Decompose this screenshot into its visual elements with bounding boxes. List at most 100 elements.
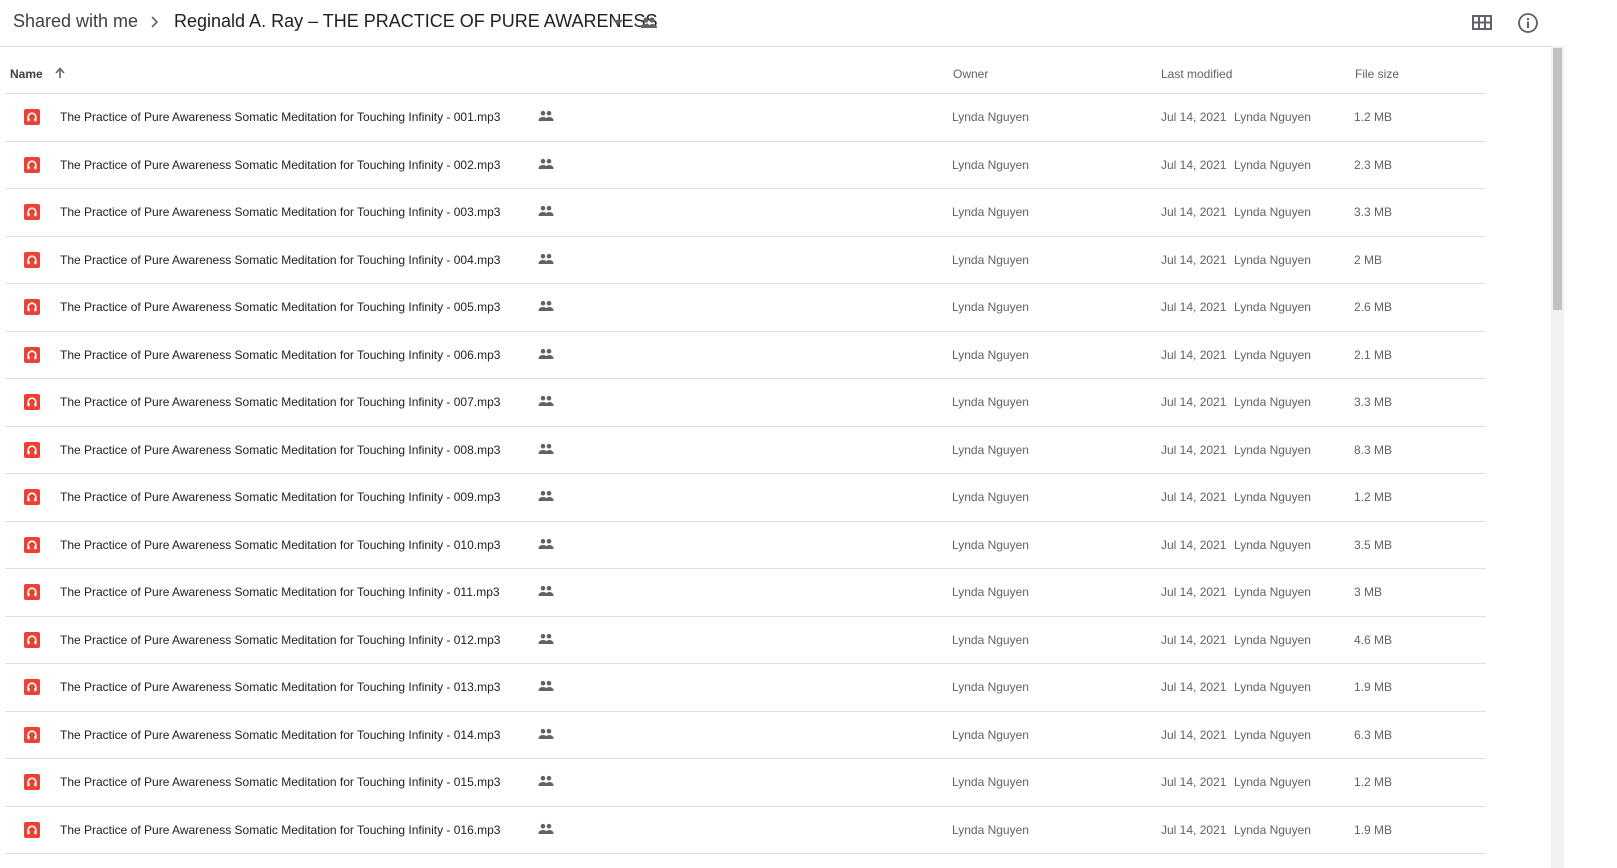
file-size: 3.3 MB [1354, 395, 1393, 409]
table-row[interactable]: The Practice of Pure Awareness Somatic M… [5, 664, 1486, 712]
file-owner: Lynda Nguyen [952, 347, 1029, 362]
audio-file-icon [24, 489, 40, 505]
file-modified-by: Lynda Nguyen [1234, 110, 1311, 124]
audio-file-icon [24, 251, 40, 268]
table-row[interactable]: The Practice of Pure Awareness Somatic M… [5, 94, 1486, 142]
file-size: 1.9 MB [1354, 822, 1393, 837]
people-icon [538, 300, 554, 312]
people-icon [538, 158, 554, 170]
file-modified-date: Jul 14, 2021 [1161, 300, 1227, 314]
breadcrumb-current-folder[interactable]: Reginald A. Ray – THE PRACTICE OF PURE A… [174, 11, 657, 32]
file-name[interactable]: The Practice of Pure Awareness Somatic M… [60, 395, 500, 409]
file-modified-by: Lynda Nguyen [1234, 585, 1311, 599]
file-size: 2 MB [1354, 252, 1383, 267]
column-header-file-size[interactable]: File size [1355, 67, 1399, 81]
people-icon [538, 538, 554, 550]
file-size: 1.2 MB [1354, 490, 1393, 504]
column-header-name[interactable]: Name [10, 67, 43, 81]
table-row[interactable]: The Practice of Pure Awareness Somatic M… [5, 142, 1486, 189]
file-size: 2.3 MB [1354, 157, 1393, 172]
people-icon [538, 680, 554, 692]
grid-view-icon[interactable] [1469, 11, 1495, 35]
table-row[interactable]: The Practice of Pure Awareness Somatic M… [5, 759, 1486, 807]
file-name[interactable]: The Practice of Pure Awareness Somatic M… [60, 253, 500, 267]
audio-file-icon [24, 394, 40, 410]
table-row[interactable]: The Practice of Pure Awareness Somatic M… [5, 427, 1486, 474]
file-owner: Lynda Nguyen [952, 157, 1029, 172]
audio-file-icon [24, 584, 40, 600]
file-name[interactable]: The Practice of Pure Awareness Somatic M… [60, 823, 500, 837]
file-modified-by: Lynda Nguyen [1234, 395, 1311, 409]
file-owner: Lynda Nguyen [952, 680, 1029, 694]
file-size: 1.2 MB [1354, 110, 1393, 124]
file-modified-date: Jul 14, 2021 [1161, 347, 1227, 362]
column-header-owner[interactable]: Owner [953, 67, 988, 81]
caret-down-icon[interactable] [611, 15, 625, 29]
table-row[interactable]: The Practice of Pure Awareness Somatic M… [5, 522, 1486, 569]
file-modified-by: Lynda Nguyen [1234, 727, 1311, 742]
audio-file-icon [24, 204, 40, 220]
table-row[interactable]: The Practice of Pure Awareness Somatic M… [5, 712, 1486, 759]
file-name[interactable]: The Practice of Pure Awareness Somatic M… [60, 680, 500, 694]
file-name[interactable]: The Practice of Pure Awareness Somatic M… [60, 110, 500, 124]
table-row[interactable]: The Practice of Pure Awareness Somatic M… [5, 379, 1486, 427]
file-rows: The Practice of Pure Awareness Somatic M… [5, 94, 1486, 854]
file-modified-date: Jul 14, 2021 [1161, 157, 1227, 172]
file-name[interactable]: The Practice of Pure Awareness Somatic M… [60, 538, 500, 552]
file-owner: Lynda Nguyen [952, 585, 1029, 599]
file-name[interactable]: The Practice of Pure Awareness Somatic M… [60, 728, 500, 742]
table-row[interactable]: The Practice of Pure Awareness Somatic M… [5, 189, 1486, 237]
file-size: 6.3 MB [1354, 727, 1393, 742]
file-name[interactable]: The Practice of Pure Awareness Somatic M… [60, 443, 500, 457]
file-modified-date: Jul 14, 2021 [1161, 110, 1227, 124]
file-modified-date: Jul 14, 2021 [1161, 537, 1227, 552]
people-icon [538, 823, 554, 835]
audio-file-icon [24, 774, 40, 790]
file-modified-date: Jul 14, 2021 [1161, 632, 1227, 647]
audio-file-icon [24, 156, 40, 173]
table-row[interactable]: The Practice of Pure Awareness Somatic M… [5, 474, 1486, 522]
file-name[interactable]: The Practice of Pure Awareness Somatic M… [60, 300, 500, 314]
people-icon [640, 15, 658, 31]
table-row[interactable]: The Practice of Pure Awareness Somatic M… [5, 807, 1486, 854]
people-icon [538, 585, 554, 597]
file-name[interactable]: The Practice of Pure Awareness Somatic M… [60, 158, 500, 172]
audio-file-icon [24, 821, 40, 838]
file-modified-by: Lynda Nguyen [1234, 347, 1311, 362]
table-row[interactable]: The Practice of Pure Awareness Somatic M… [5, 284, 1486, 332]
breadcrumb-shared-with-me[interactable]: Shared with me [13, 11, 138, 32]
people-icon [538, 490, 554, 502]
file-modified-date: Jul 14, 2021 [1161, 252, 1227, 267]
table-row[interactable]: The Practice of Pure Awareness Somatic M… [5, 332, 1486, 379]
file-modified-by: Lynda Nguyen [1234, 822, 1311, 837]
arrow-up-icon[interactable] [53, 66, 67, 80]
people-icon [538, 443, 554, 455]
file-modified-by: Lynda Nguyen [1234, 490, 1311, 504]
info-icon[interactable] [1516, 11, 1540, 35]
file-size: 3.5 MB [1354, 537, 1393, 552]
file-owner: Lynda Nguyen [952, 205, 1029, 219]
table-row[interactable]: The Practice of Pure Awareness Somatic M… [5, 617, 1486, 664]
audio-file-icon [24, 679, 40, 695]
table-row[interactable]: The Practice of Pure Awareness Somatic M… [5, 569, 1486, 617]
file-modified-date: Jul 14, 2021 [1161, 727, 1227, 742]
column-header-last-modified[interactable]: Last modified [1161, 67, 1232, 81]
file-modified-date: Jul 14, 2021 [1161, 395, 1227, 409]
file-owner: Lynda Nguyen [952, 110, 1029, 124]
file-size: 3.3 MB [1354, 205, 1393, 219]
file-name[interactable]: The Practice of Pure Awareness Somatic M… [60, 775, 500, 789]
file-name[interactable]: The Practice of Pure Awareness Somatic M… [60, 205, 500, 219]
file-modified-by: Lynda Nguyen [1234, 632, 1311, 647]
file-owner: Lynda Nguyen [952, 252, 1029, 267]
scrollbar-thumb[interactable] [1553, 48, 1562, 310]
file-owner: Lynda Nguyen [952, 537, 1029, 552]
file-modified-by: Lynda Nguyen [1234, 537, 1311, 552]
audio-file-icon [24, 299, 40, 315]
file-owner: Lynda Nguyen [952, 442, 1029, 457]
file-size: 1.9 MB [1354, 680, 1393, 694]
table-row[interactable]: The Practice of Pure Awareness Somatic M… [5, 237, 1486, 284]
file-name[interactable]: The Practice of Pure Awareness Somatic M… [60, 633, 500, 647]
file-name[interactable]: The Practice of Pure Awareness Somatic M… [60, 490, 500, 504]
file-name[interactable]: The Practice of Pure Awareness Somatic M… [60, 585, 500, 599]
file-name[interactable]: The Practice of Pure Awareness Somatic M… [60, 348, 500, 362]
